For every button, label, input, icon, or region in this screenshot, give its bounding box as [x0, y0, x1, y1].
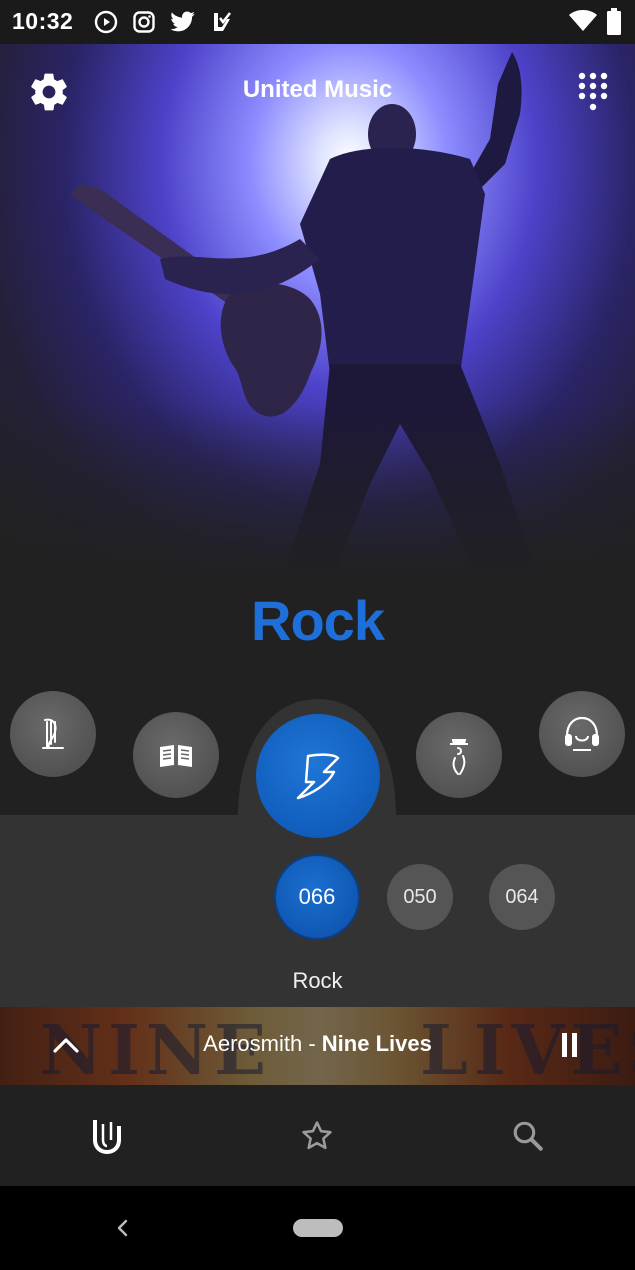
crooner-hat-icon — [450, 739, 468, 775]
now-playing-bar[interactable]: NINE LIVES Aerosmith - Nine Lives — [0, 1007, 635, 1085]
category-button-book[interactable] — [133, 712, 219, 798]
category-button-headphones[interactable] — [539, 691, 625, 777]
book-icon — [160, 745, 192, 767]
wifi-icon — [569, 10, 597, 31]
category-button-crooner[interactable] — [416, 712, 502, 798]
search-icon[interactable] — [511, 1119, 545, 1153]
united-logo-icon[interactable] — [92, 1118, 122, 1154]
star-icon[interactable] — [299, 1119, 335, 1153]
pause-icon[interactable] — [560, 1032, 580, 1058]
genre-title: Rock — [251, 589, 385, 652]
channel-button-066[interactable]: 066 — [276, 856, 358, 938]
check-flag-icon — [214, 12, 232, 31]
back-arrow-icon[interactable] — [114, 1218, 130, 1238]
status-time: 10:32 — [12, 8, 74, 34]
system-navigation-bar — [0, 1186, 635, 1270]
guitarist-silhouette — [70, 52, 540, 584]
now-playing-track: Nine Lives — [321, 1031, 432, 1056]
channel-button-064[interactable]: 064 — [489, 864, 555, 930]
category-button-harp[interactable] — [10, 691, 96, 777]
bottom-navigation — [0, 1085, 635, 1186]
dialpad-icon[interactable] — [577, 71, 609, 113]
now-playing-separator: - — [302, 1031, 322, 1056]
now-playing-artist: Aerosmith — [203, 1031, 303, 1056]
rock-lightning-icon — [296, 753, 340, 800]
instagram-icon — [133, 11, 155, 33]
status-bar: 10:32 — [0, 0, 635, 44]
headphones-icon — [565, 716, 599, 751]
home-pill[interactable] — [293, 1219, 343, 1237]
channel-category-label: Rock — [292, 968, 343, 993]
play-circle-icon — [94, 10, 118, 34]
channel-button-050[interactable]: 050 — [387, 864, 453, 930]
battery-icon — [607, 8, 621, 35]
now-playing-text: Aerosmith - Nine Lives — [0, 1031, 635, 1057]
twitter-icon — [170, 11, 195, 32]
genre-hero-image — [0, 44, 635, 584]
harp-icon — [42, 718, 64, 749]
category-button-rock[interactable] — [256, 714, 380, 838]
app-title: United Music — [242, 76, 393, 103]
